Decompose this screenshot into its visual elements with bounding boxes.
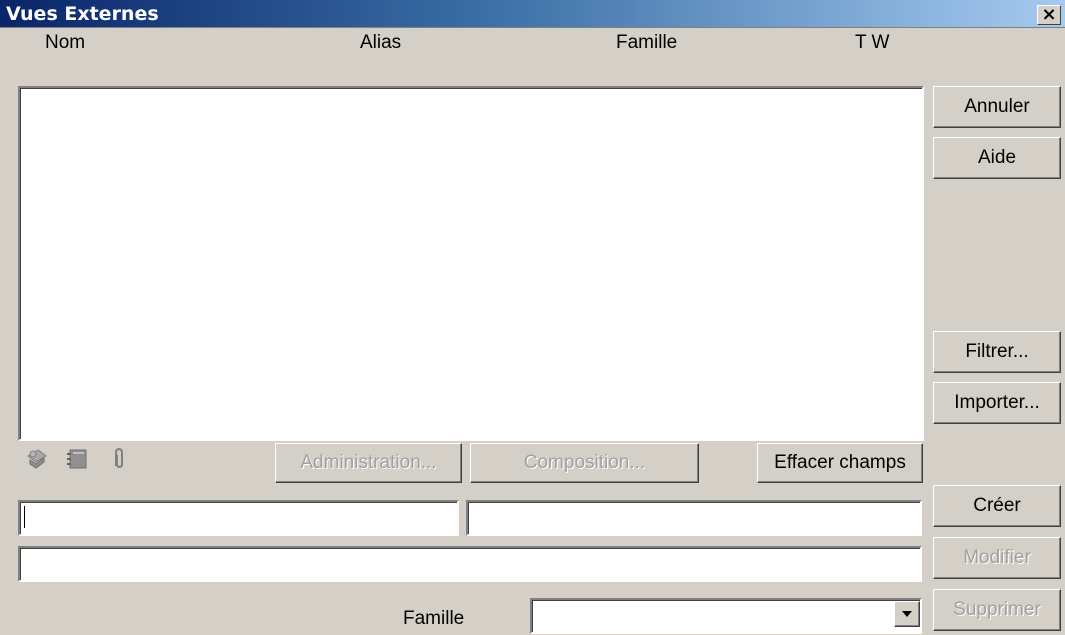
importer-button[interactable]: Importer... [933, 382, 1061, 424]
effacer-champs-button[interactable]: Effacer champs [757, 443, 923, 483]
famille-dropdown-button[interactable] [894, 601, 920, 627]
famille-select[interactable] [530, 598, 922, 634]
column-header-tw[interactable]: T W [855, 30, 889, 56]
column-header-nom[interactable]: Nom [45, 30, 85, 56]
notebook-icon[interactable] [64, 446, 90, 472]
chevron-down-icon [902, 611, 912, 617]
filtrer-button[interactable]: Filtrer... [933, 331, 1061, 373]
famille-label: Famille [403, 608, 465, 629]
modifier-button[interactable]: Modifier [933, 537, 1061, 579]
column-header-famille[interactable]: Famille [616, 30, 677, 56]
paperclip-icon[interactable] [106, 446, 132, 472]
results-list[interactable] [18, 86, 924, 441]
description-input[interactable] [18, 546, 922, 582]
alias-input[interactable] [466, 500, 922, 536]
aide-button[interactable]: Aide [933, 137, 1061, 179]
close-button[interactable]: × [1037, 5, 1061, 25]
column-header-alias[interactable]: Alias [360, 30, 401, 56]
text-caret [24, 506, 25, 528]
supprimer-button[interactable]: Supprimer [933, 589, 1061, 631]
window-title: Vues Externes [6, 3, 159, 25]
hand-sheet-icon[interactable] [24, 446, 50, 472]
composition-button[interactable]: Composition... [470, 443, 699, 483]
administration-button[interactable]: Administration... [275, 443, 462, 483]
annuler-button[interactable]: Annuler [933, 86, 1061, 128]
creer-button[interactable]: Créer [933, 485, 1061, 527]
nom-input[interactable] [18, 500, 459, 536]
title-bar [0, 0, 1065, 28]
close-icon: × [1041, 4, 1057, 25]
